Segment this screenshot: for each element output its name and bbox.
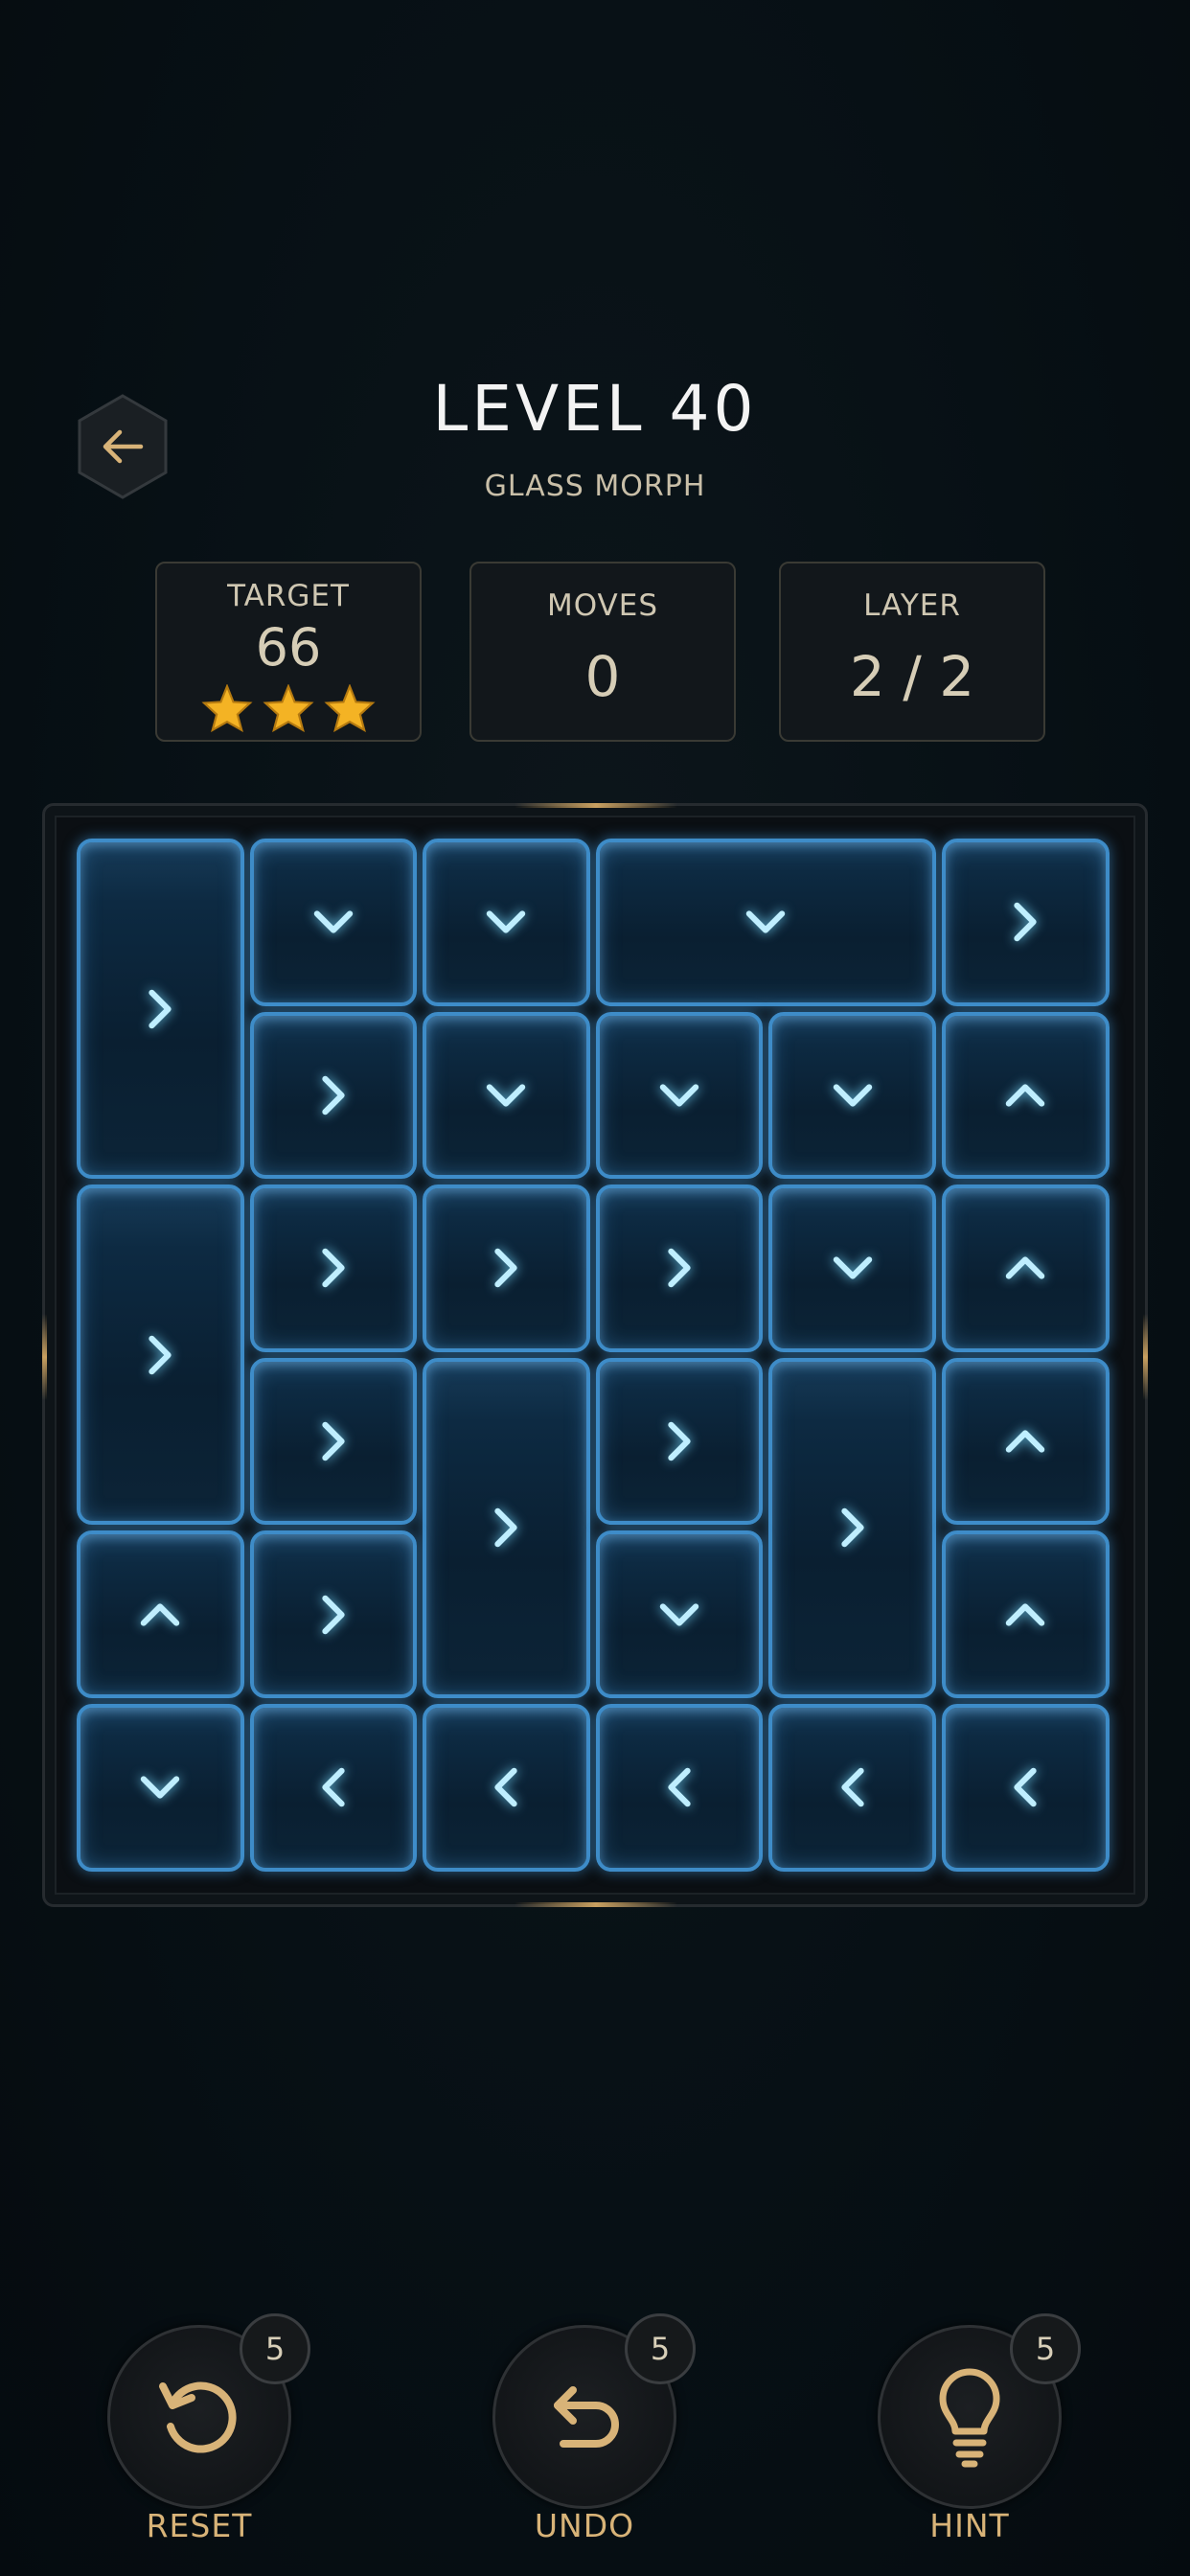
- tile-arrow-left[interactable]: [249, 1704, 418, 1872]
- layer-value: 2 / 2: [849, 644, 975, 709]
- chevron-down-icon: [833, 1256, 872, 1280]
- tile-arrow-right[interactable]: [249, 1184, 418, 1352]
- reset-button[interactable]: 5: [107, 2313, 310, 2509]
- tile-arrow-down[interactable]: [249, 839, 418, 1006]
- tile-arrow-left[interactable]: [423, 1704, 590, 1872]
- chevron-right-icon: [841, 1508, 864, 1548]
- tile-arrow-down[interactable]: [423, 839, 590, 1006]
- chevron-left-icon: [1014, 1768, 1037, 1807]
- tile-arrow-right[interactable]: [423, 1357, 590, 1698]
- target-panel: TARGET 66: [155, 562, 422, 742]
- tile-arrow-left[interactable]: [595, 1704, 764, 1872]
- frame-accent: [42, 1314, 47, 1400]
- chevron-down-icon: [833, 1084, 872, 1107]
- tile-arrow-left[interactable]: [768, 1704, 936, 1872]
- tile-arrow-up[interactable]: [942, 1184, 1110, 1352]
- frame-accent: [515, 1902, 677, 1907]
- tile-arrow-up[interactable]: [942, 1011, 1110, 1180]
- tile-arrow-left[interactable]: [942, 1704, 1110, 1872]
- chevron-left-icon: [494, 1768, 518, 1807]
- lightbulb-icon: [939, 2368, 1000, 2468]
- target-label: TARGET: [227, 579, 350, 613]
- star-icon: [324, 684, 376, 732]
- chevron-left-icon: [322, 1768, 345, 1807]
- chevron-left-icon: [668, 1768, 691, 1807]
- layer-label: LAYER: [863, 588, 961, 623]
- tile-arrow-right[interactable]: [768, 1357, 936, 1698]
- chevron-up-icon: [1006, 1603, 1045, 1626]
- tile-arrow-right[interactable]: [423, 1184, 590, 1352]
- tile-arrow-down[interactable]: [595, 1530, 764, 1698]
- tile-arrow-right[interactable]: [249, 1357, 418, 1526]
- moves-panel: MOVES 0: [469, 562, 736, 742]
- hint-button[interactable]: 5: [878, 2313, 1081, 2509]
- rotate-ccw-icon: [159, 2381, 237, 2453]
- hint-label: HINT: [929, 2507, 1010, 2544]
- frame-accent: [515, 803, 677, 808]
- chevron-up-icon: [1006, 1430, 1045, 1453]
- chevron-right-icon: [149, 1335, 172, 1375]
- chevron-down-icon: [746, 910, 786, 933]
- star-icon: [263, 684, 314, 732]
- chevron-down-icon: [487, 910, 526, 933]
- chevron-up-icon: [1006, 1084, 1045, 1107]
- tile-arrow-down[interactable]: [77, 1704, 244, 1872]
- reset-count-badge: 5: [240, 2313, 310, 2384]
- undo-count-badge: 5: [625, 2313, 696, 2384]
- tile-arrow-right[interactable]: [77, 1184, 244, 1526]
- star-rating: [157, 684, 420, 732]
- level-subtitle: GLASS MORPH: [484, 470, 706, 503]
- moves-label: MOVES: [546, 588, 659, 623]
- hint-count-badge: 5: [1010, 2313, 1081, 2384]
- undo-label: UNDO: [534, 2507, 635, 2544]
- tile-arrow-right[interactable]: [942, 839, 1110, 1006]
- chevron-up-icon: [1006, 1256, 1045, 1280]
- undo-arrow-icon: [554, 2386, 619, 2448]
- chevron-down-icon: [487, 1084, 526, 1107]
- tile-arrow-right[interactable]: [595, 1184, 764, 1352]
- tile-arrow-down[interactable]: [595, 839, 936, 1006]
- chevron-right-icon: [494, 1508, 518, 1548]
- target-value: 66: [255, 617, 322, 678]
- moves-value: 0: [584, 644, 621, 709]
- tile-arrow-up[interactable]: [77, 1530, 244, 1698]
- chevron-down-icon: [313, 910, 354, 933]
- chevron-right-icon: [322, 1075, 345, 1116]
- chevron-right-icon: [322, 1249, 345, 1288]
- chevron-down-icon: [659, 1084, 699, 1107]
- frame-accent: [1143, 1314, 1148, 1400]
- star-icon: [201, 684, 253, 732]
- layer-panel: LAYER 2 / 2: [779, 562, 1045, 742]
- tile-arrow-down[interactable]: [768, 1011, 936, 1180]
- chevron-down-icon: [141, 1776, 180, 1799]
- reset-label: RESET: [146, 2507, 253, 2544]
- level-title: LEVEL 40: [432, 372, 758, 446]
- chevron-right-icon: [668, 1249, 691, 1288]
- chevron-right-icon: [322, 1595, 345, 1634]
- chevron-up-icon: [141, 1603, 180, 1626]
- tile-arrow-up[interactable]: [942, 1530, 1110, 1698]
- chevron-right-icon: [149, 989, 172, 1028]
- tile-arrow-right[interactable]: [249, 1011, 418, 1180]
- tile-arrow-up[interactable]: [942, 1357, 1110, 1526]
- chevron-right-icon: [1014, 903, 1037, 942]
- tile-arrow-down[interactable]: [423, 1011, 590, 1180]
- undo-button[interactable]: 5: [492, 2313, 696, 2509]
- chevron-right-icon: [668, 1421, 691, 1461]
- chevron-left-icon: [841, 1768, 864, 1807]
- tile-arrow-right[interactable]: [249, 1530, 418, 1698]
- tile-arrow-down[interactable]: [768, 1184, 936, 1352]
- chevron-down-icon: [659, 1603, 699, 1626]
- tile-arrow-right[interactable]: [595, 1357, 764, 1526]
- tile-arrow-down[interactable]: [595, 1011, 764, 1180]
- chevron-right-icon: [322, 1421, 345, 1461]
- chevron-right-icon: [494, 1249, 518, 1288]
- tile-arrow-right[interactable]: [77, 839, 244, 1180]
